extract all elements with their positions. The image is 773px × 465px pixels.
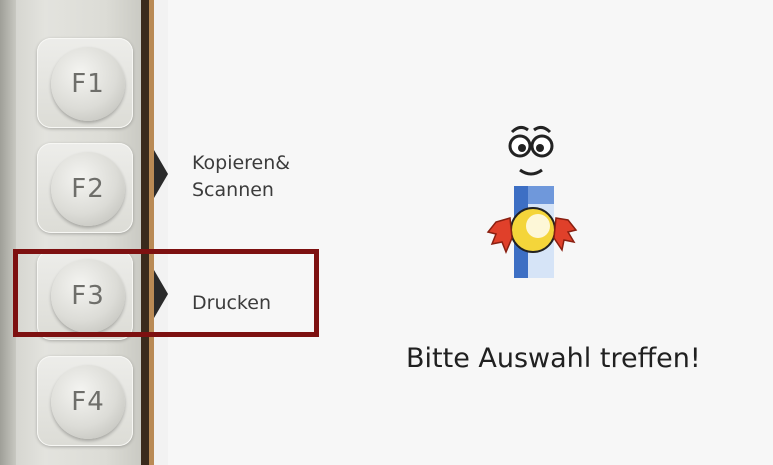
f1-key-label: F1 (51, 47, 125, 121)
f3-highlight-box (13, 249, 319, 337)
device-display: F1 F2 F3 F4 Kopieren& Scannen Drucken Bi… (0, 0, 773, 465)
softkey-arrow-icon (154, 150, 168, 198)
mascot-icon (486, 125, 578, 278)
selection-prompt: Bitte Auswahl treffen! (406, 343, 701, 374)
f1-key[interactable]: F1 (37, 38, 133, 128)
function-key-panel: F1 F2 F3 F4 (0, 0, 150, 465)
display-screen: Kopieren& Scannen Drucken Bitte Auswahl … (154, 0, 773, 465)
f4-key-label: F4 (51, 365, 125, 439)
screen-edge (154, 0, 168, 465)
f2-key[interactable]: F2 (37, 143, 133, 233)
menu-copy-scan-line1: Kopieren& (192, 152, 291, 174)
f4-key[interactable]: F4 (37, 356, 133, 446)
f2-key-label: F2 (51, 152, 125, 226)
menu-copy-scan-line2: Scannen (192, 179, 274, 201)
menu-copy-scan[interactable]: Kopieren& Scannen (192, 150, 290, 204)
screen-bezel (141, 0, 149, 465)
